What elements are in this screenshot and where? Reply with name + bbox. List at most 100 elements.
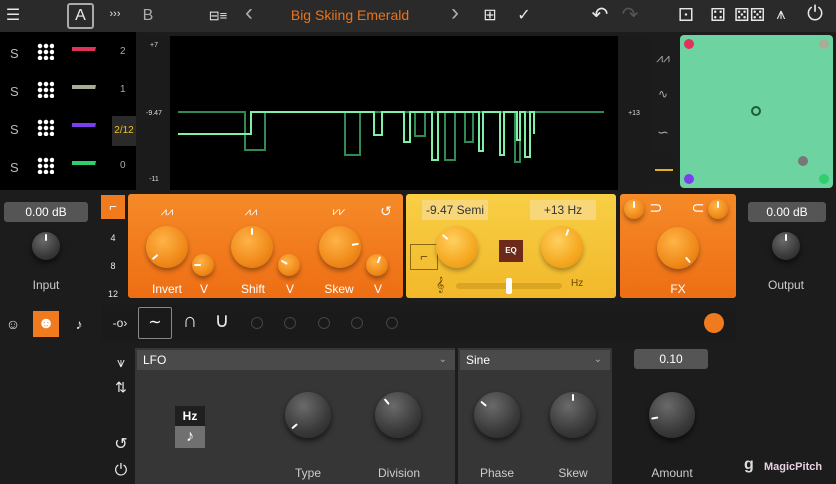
xy-pad[interactable] — [680, 35, 833, 188]
invert-knob[interactable] — [146, 226, 188, 268]
dice-four-icon[interactable]: ⚃ — [708, 5, 728, 25]
sine-wave-icon[interactable]: ∽ — [652, 122, 674, 142]
empty-slot[interactable] — [251, 317, 263, 329]
grid-icon[interactable] — [37, 43, 54, 60]
envelope-down-icon[interactable]: ∪ — [208, 311, 236, 331]
chord-mode-icon[interactable]: ⌐ — [101, 195, 125, 219]
pitch-display[interactable] — [170, 36, 618, 190]
hz-value[interactable]: +13 Hz — [530, 200, 596, 220]
preset-list-icon[interactable]: ⊟≡ — [204, 6, 232, 26]
output-knob[interactable] — [772, 232, 800, 260]
envelope-up-icon[interactable]: ∩ — [176, 311, 204, 331]
next-preset-button[interactable]: › — [446, 1, 464, 25]
voice-row[interactable]: S0 — [0, 154, 136, 184]
lfo-type-value: LFO — [143, 353, 167, 367]
semi-value[interactable]: -9.47 Semi — [422, 200, 488, 220]
grid-8-button[interactable]: 8 — [102, 256, 124, 276]
skew-mini-knob[interactable] — [366, 254, 388, 276]
empty-slot[interactable] — [318, 317, 330, 329]
redo-icon[interactable]: ↷ — [620, 5, 640, 25]
skew-mod-knob[interactable] — [550, 392, 596, 438]
input-gain-value[interactable]: 0.00 dB — [4, 202, 88, 222]
swap-icon[interactable]: ⇅ — [110, 377, 132, 397]
reset-icon[interactable]: ↺ — [378, 201, 394, 221]
routing-icon[interactable]: ⩚ — [770, 5, 792, 25]
puck-gray[interactable] — [798, 156, 808, 166]
hz-scale[interactable]: +13 — [618, 36, 650, 190]
lfo-shape-dropdown[interactable]: Sine ⌄ — [460, 350, 610, 370]
fx-in-knob[interactable] — [624, 199, 644, 219]
empty-slot[interactable] — [284, 317, 296, 329]
save-preset-icon[interactable]: ✓ — [512, 6, 536, 26]
voice-row[interactable]: S 2/12 — [0, 116, 136, 146]
output-gain-value[interactable]: 0.00 dB — [748, 202, 826, 222]
input-knob[interactable] — [32, 232, 60, 260]
slot-b-button[interactable]: B — [140, 6, 156, 26]
amount-value[interactable]: 0.10 — [634, 349, 708, 369]
grid-icon[interactable] — [37, 157, 54, 174]
slot-a-button[interactable]: A — [67, 3, 94, 29]
preset-name[interactable]: Big Skiing Emerald — [270, 7, 430, 23]
pitch-scale[interactable]: +7 -9.47 -11 — [138, 36, 170, 190]
fx-knob[interactable] — [657, 227, 699, 269]
shape-mod-panel: Sine ⌄ Phase Skew — [458, 348, 612, 484]
dice-one-icon[interactable]: ⚀ — [676, 5, 696, 25]
phase-knob[interactable] — [474, 392, 520, 438]
empty-slot[interactable] — [386, 317, 398, 329]
lfo-type-dropdown[interactable]: LFO ⌄ — [137, 350, 455, 370]
mod-power-icon[interactable]: ⏻ — [110, 461, 132, 481]
fx-out-knob[interactable] — [708, 199, 728, 219]
division-knob[interactable] — [375, 392, 421, 438]
skew-knob[interactable] — [319, 226, 361, 268]
eq-button[interactable]: EQ — [499, 240, 523, 262]
square-wave-icon[interactable]: ⩘⩘ — [652, 48, 674, 68]
hamburger-icon[interactable]: ☰ — [4, 6, 22, 26]
lfo-slot-selected[interactable]: ∼ — [138, 307, 172, 339]
prev-preset-button[interactable]: ‹ — [240, 1, 258, 25]
grid-icon[interactable] — [37, 119, 54, 136]
type-knob[interactable] — [285, 392, 331, 438]
owl-icon[interactable]: ☻ — [33, 311, 59, 337]
lfo-shape-value: Sine — [466, 353, 491, 367]
triangle-wave-icon[interactable]: ∿ — [652, 84, 674, 104]
phase-label: Phase — [479, 466, 515, 480]
solo-button[interactable]: S — [10, 46, 19, 61]
invert-mini-knob[interactable] — [192, 254, 214, 276]
voice-row[interactable]: S2 — [0, 40, 136, 70]
quantize-step-icon[interactable]: ⌐ — [410, 244, 438, 270]
cat-icon[interactable]: ☺ — [4, 314, 22, 334]
mod-routing-icon[interactable]: ⩛ — [110, 352, 132, 372]
solo-button[interactable]: S — [10, 160, 19, 175]
reset-mod-icon[interactable]: ↺ — [110, 435, 132, 455]
dice-double-icon[interactable]: ⚄⚄ — [734, 5, 765, 25]
link-icon[interactable]: -o› — [108, 313, 132, 333]
pitch-slider[interactable] — [456, 278, 562, 294]
grid-icon[interactable] — [37, 81, 54, 98]
grid-12-button[interactable]: 12 — [102, 284, 124, 304]
flat-line-icon[interactable] — [650, 158, 678, 182]
voice-ratio-badge[interactable]: 2/12 — [112, 116, 136, 146]
hz-mode-button[interactable]: Hz — [175, 406, 205, 426]
solo-button[interactable]: S — [10, 84, 19, 99]
voice-row[interactable]: S1 — [0, 78, 136, 108]
slider-thumb[interactable] — [506, 278, 512, 294]
empty-slot[interactable] — [351, 317, 363, 329]
mod-enable-button[interactable] — [704, 313, 724, 333]
invert-caret[interactable]: V — [198, 282, 210, 296]
horn-icon[interactable]: ♪ — [70, 314, 88, 334]
amount-knob[interactable] — [649, 392, 695, 438]
shift-knob[interactable] — [231, 226, 273, 268]
solo-button[interactable]: S — [10, 122, 19, 137]
add-preset-icon[interactable]: ⊞ — [478, 6, 502, 26]
undo-icon[interactable]: ↶ — [590, 5, 610, 25]
hz-knob[interactable] — [541, 226, 583, 268]
power-icon[interactable]: ⏻ — [804, 4, 826, 24]
note-sync-button[interactable]: ♪ — [175, 426, 205, 448]
skew-caret[interactable]: V — [372, 282, 384, 296]
xy-cursor[interactable] — [751, 106, 761, 116]
shift-mini-knob[interactable] — [278, 254, 300, 276]
shift-caret[interactable]: V — [284, 282, 296, 296]
treble-clef-icon: 𝄞 — [436, 276, 445, 292]
semi-knob[interactable] — [436, 226, 478, 268]
grid-4-button[interactable]: 4 — [102, 228, 124, 248]
